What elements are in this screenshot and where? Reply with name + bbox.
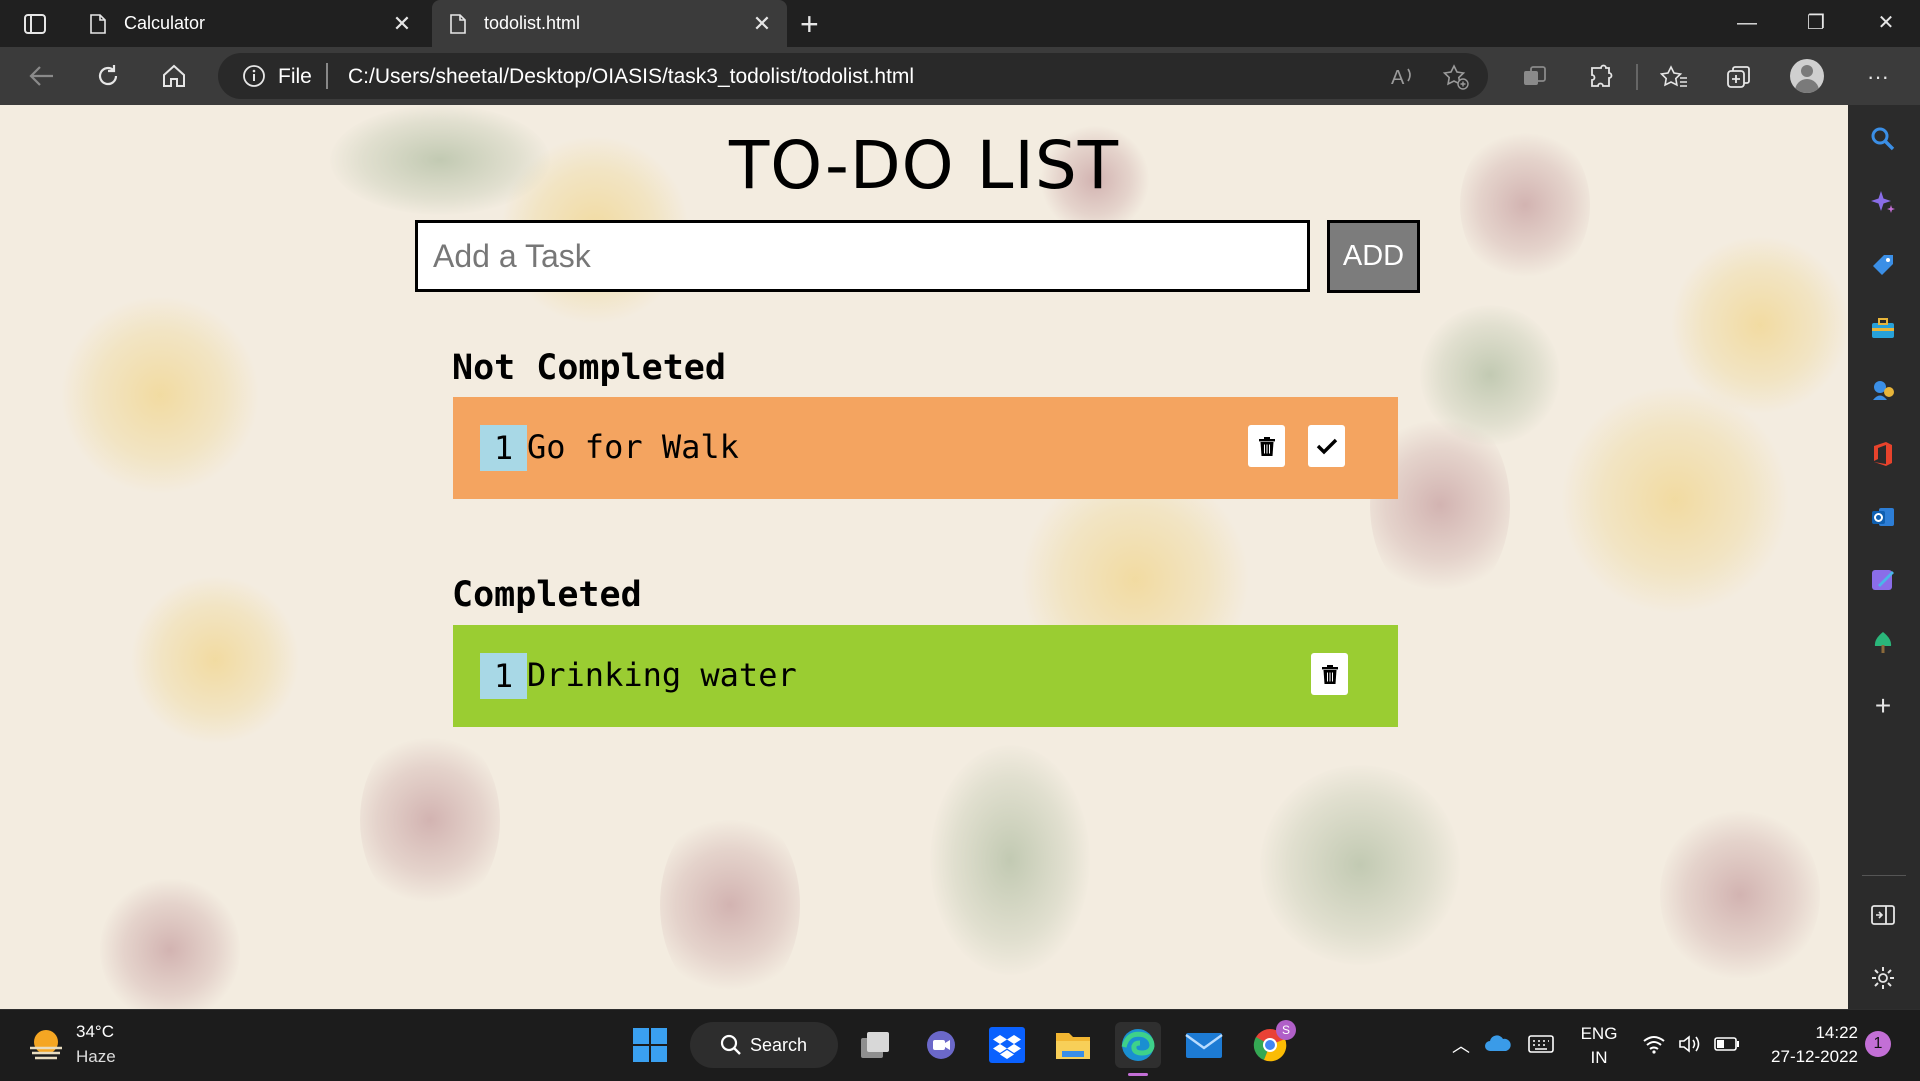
scheme-label: File — [278, 65, 312, 88]
shopping-tag-icon[interactable] — [1866, 248, 1900, 282]
teams-chat-icon[interactable] — [918, 1022, 964, 1068]
more-options-icon[interactable]: ··· — [1861, 60, 1895, 94]
tab-calculator[interactable]: Calculator ✕ — [72, 0, 427, 47]
split-screen-icon[interactable] — [1518, 60, 1552, 94]
task-text: Drinking water — [527, 656, 797, 694]
complete-button[interactable] — [1308, 425, 1345, 467]
tab-label: todolist.html — [484, 13, 581, 33]
tab-todolist[interactable]: todolist.html ✕ — [432, 0, 787, 47]
refresh-icon[interactable] — [92, 60, 124, 92]
sidebar-divider — [1862, 875, 1906, 876]
restore-icon[interactable]: ❐ — [1782, 0, 1850, 47]
chrome-profile-badge: S — [1276, 1020, 1296, 1040]
weather-temperature[interactable]: 34°C — [76, 1022, 114, 1042]
task-number-badge: 1 — [480, 425, 527, 471]
volume-icon[interactable] — [1678, 1034, 1702, 1059]
notification-badge[interactable]: 1 — [1865, 1031, 1891, 1057]
page-viewport: TO-DO LIST ADD Not Completed 1 Go for Wa… — [0, 105, 1848, 1009]
file-explorer-icon[interactable] — [1050, 1022, 1096, 1068]
delete-button[interactable] — [1248, 425, 1285, 467]
task-number-badge: 1 — [480, 653, 527, 699]
page-title: TO-DO LIST — [728, 127, 1120, 204]
tools-icon[interactable] — [1866, 311, 1900, 345]
language-indicator[interactable]: ENG — [1578, 1024, 1620, 1044]
tab-bar: Calculator ✕ todolist.html ✕ + — ❐ ✕ — [0, 0, 1920, 47]
add-sidebar-app-icon[interactable]: + — [1866, 689, 1900, 723]
outlook-icon[interactable] — [1866, 500, 1900, 534]
add-button[interactable]: ADD — [1327, 220, 1420, 293]
search-icon — [720, 1034, 742, 1061]
battery-icon[interactable] — [1714, 1036, 1740, 1057]
task-text: Go for Walk — [527, 428, 739, 466]
page-icon — [450, 13, 466, 34]
url-field[interactable]: File C:/Users/sheetal/Desktop/OIASIS/tas… — [218, 53, 1488, 99]
weather-icon[interactable] — [26, 1026, 66, 1067]
trash-icon — [1258, 436, 1275, 456]
search-label: Search — [750, 1035, 808, 1055]
taskbar: 34°C Haze Search S ︿ ENG IN 14:22 27-12-… — [0, 1009, 1920, 1081]
divider — [326, 63, 328, 89]
extensions-icon[interactable] — [1584, 60, 1618, 94]
dropbox-icon[interactable] — [984, 1022, 1030, 1068]
home-icon[interactable] — [158, 60, 190, 92]
add-favorite-icon[interactable] — [1442, 63, 1470, 96]
show-hidden-icons-icon[interactable]: ︿ — [1452, 1032, 1470, 1058]
minimize-icon[interactable]: — — [1713, 0, 1781, 47]
task-row-completed: 1 Drinking water — [453, 625, 1398, 727]
close-tab-icon[interactable]: ✕ — [747, 11, 777, 37]
clock-date[interactable]: 27-12-2022 — [1760, 1047, 1858, 1067]
svg-text:A: A — [1391, 67, 1405, 89]
active-app-indicator — [1128, 1073, 1148, 1076]
copilot-icon[interactable] — [1866, 185, 1900, 219]
favorites-icon[interactable] — [1657, 60, 1691, 94]
address-bar: File C:/Users/sheetal/Desktop/OIASIS/tas… — [0, 47, 1920, 105]
designer-icon[interactable] — [1866, 563, 1900, 597]
games-icon[interactable] — [1866, 374, 1900, 408]
hide-sidebar-icon[interactable] — [1866, 898, 1900, 932]
site-info-icon[interactable] — [242, 64, 266, 93]
settings-gear-icon[interactable] — [1866, 961, 1900, 995]
task-row-not-completed: 1 Go for Walk — [453, 397, 1398, 499]
taskbar-search[interactable]: Search — [690, 1022, 838, 1068]
edge-browser-icon[interactable] — [1115, 1022, 1161, 1068]
close-tab-icon[interactable]: ✕ — [387, 11, 417, 37]
clock-time[interactable]: 14:22 — [1760, 1023, 1858, 1043]
url-text[interactable]: C:/Users/sheetal/Desktop/OIASIS/task3_to… — [348, 65, 914, 89]
task-input[interactable] — [415, 220, 1310, 292]
toolbar-divider — [1636, 64, 1638, 90]
office-icon[interactable] — [1866, 437, 1900, 471]
close-window-icon[interactable]: ✕ — [1852, 0, 1920, 47]
checkmark-icon — [1316, 438, 1337, 455]
keyboard-icon[interactable] — [1528, 1035, 1554, 1058]
not-completed-heading: Not Completed — [452, 348, 726, 388]
wifi-icon[interactable] — [1642, 1034, 1666, 1059]
mail-icon[interactable] — [1181, 1022, 1227, 1068]
completed-heading: Completed — [452, 575, 642, 615]
page-icon — [90, 13, 106, 34]
tree-icon[interactable] — [1866, 626, 1900, 660]
tab-label: Calculator — [124, 13, 206, 33]
start-icon[interactable] — [627, 1022, 673, 1068]
back-icon[interactable] — [26, 60, 58, 92]
new-tab-icon[interactable]: + — [800, 6, 819, 43]
search-icon[interactable] — [1866, 122, 1900, 156]
edge-sidebar: + — [1848, 105, 1920, 1009]
delete-button[interactable] — [1311, 653, 1348, 695]
region-indicator[interactable]: IN — [1578, 1048, 1620, 1068]
read-aloud-icon[interactable]: A — [1390, 63, 1416, 94]
collections-icon[interactable] — [1722, 60, 1756, 94]
onedrive-icon[interactable] — [1484, 1034, 1512, 1057]
profile-avatar[interactable] — [1790, 59, 1824, 93]
weather-description[interactable]: Haze — [76, 1047, 116, 1067]
task-view-icon[interactable] — [852, 1022, 898, 1068]
tab-actions-icon[interactable] — [18, 10, 52, 38]
trash-icon — [1321, 664, 1338, 684]
